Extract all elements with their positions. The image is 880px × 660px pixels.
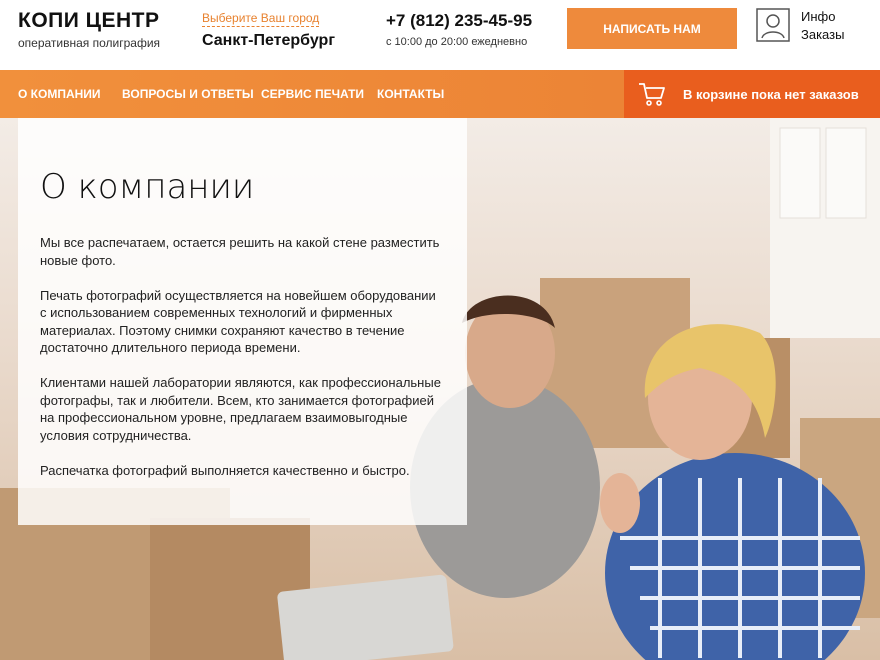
logo[interactable]: КОПИ ЦЕНТР оперативная полиграфия: [18, 9, 160, 50]
orders-link[interactable]: Заказы: [801, 26, 844, 44]
logo-subtitle: оперативная полиграфия: [18, 36, 161, 50]
cart-button[interactable]: В корзине пока нет заказов: [624, 70, 880, 118]
nav-item-contacts[interactable]: КОНТАКТЫ: [377, 70, 444, 118]
about-paragraph: Распечатка фотографий выполняется качест…: [40, 462, 410, 478]
city-name: Санкт-Петербург: [202, 32, 335, 49]
about-paragraph: Печать фотографий осуществляется на нове…: [40, 287, 436, 356]
about-paragraph: Мы все распечатаем, остается решить на к…: [40, 235, 440, 268]
user-links: Инфо Заказы: [801, 8, 844, 44]
user-icon[interactable]: [756, 8, 790, 42]
phone-number[interactable]: +7 (812) 235-45-95: [386, 11, 532, 31]
page-title: О компании: [40, 167, 255, 207]
cart-status-text: В корзине пока нет заказов: [683, 86, 859, 102]
about-panel: О компании Мы все распечатаем, остается …: [18, 118, 467, 525]
nav-item-faq[interactable]: ВОПРОСЫ И ОТВЕТЫ: [122, 70, 254, 118]
info-link[interactable]: Инфо: [801, 8, 844, 26]
main-nav: О КОМПАНИИ ВОПРОСЫ И ОТВЕТЫ СЕРВИС ПЕЧАТ…: [0, 70, 880, 118]
working-hours: с 10:00 до 20:00 ежедневно: [386, 36, 528, 48]
contact-phone-block: +7 (812) 235-45-95 с 10:00 до 20:00 ежед…: [386, 11, 532, 48]
site-header: КОПИ ЦЕНТР оперативная полиграфия Выбери…: [0, 0, 880, 70]
city-choose-link[interactable]: Выберите Ваш город: [202, 11, 320, 27]
write-us-button[interactable]: НАПИСАТЬ НАМ: [567, 8, 737, 49]
nav-item-print-service[interactable]: СЕРВИС ПЕЧАТИ: [261, 70, 364, 118]
about-paragraph: Клиентами нашей лаборатории являются, ка…: [40, 375, 441, 443]
about-text: Мы все распечатаем, остается решить на к…: [40, 234, 445, 479]
nav-item-about[interactable]: О КОМПАНИИ: [18, 70, 101, 118]
cart-icon: [639, 83, 665, 106]
city-selector: Выберите Ваш город Санкт-Петербург: [202, 9, 335, 50]
logo-title: КОПИ ЦЕНТР: [18, 9, 160, 32]
